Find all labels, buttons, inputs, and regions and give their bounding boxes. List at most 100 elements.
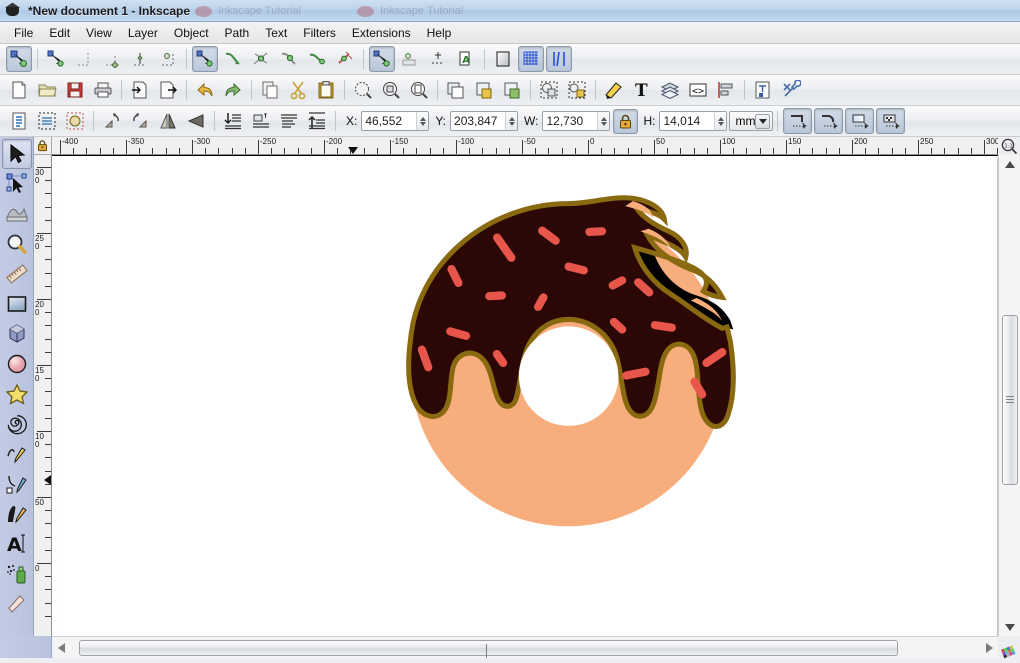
pencil-tool[interactable]	[2, 439, 32, 469]
vertical-scrollbar[interactable]	[998, 155, 1020, 636]
affect-patterns-button[interactable]	[876, 108, 905, 134]
raise-to-top-button[interactable]	[304, 108, 330, 134]
cut-button[interactable]	[285, 77, 311, 103]
spray-tool[interactable]	[2, 559, 32, 589]
h-input[interactable]	[660, 112, 714, 130]
document-page[interactable]	[58, 156, 997, 636]
unlink-clone-button[interactable]	[499, 77, 525, 103]
y-spin-arrows[interactable]	[505, 112, 517, 130]
affect-gradients-button[interactable]	[845, 108, 874, 134]
new-document-button[interactable]	[6, 77, 32, 103]
y-input[interactable]	[451, 112, 505, 130]
lower-to-bottom-button[interactable]	[220, 108, 246, 134]
xml-editor-button[interactable]: <>	[685, 77, 711, 103]
calligraphy-tool[interactable]	[2, 499, 32, 529]
zoom-tool[interactable]	[2, 229, 32, 259]
w-spin-arrows[interactable]	[597, 112, 609, 130]
ellipse-tool[interactable]	[2, 349, 32, 379]
w-input[interactable]	[543, 112, 597, 130]
snap-guides-button[interactable]	[546, 46, 572, 72]
menu-file[interactable]: File	[6, 24, 41, 42]
vertical-scroll-thumb[interactable]	[1002, 315, 1018, 486]
snap-page-border-button[interactable]: A	[453, 46, 479, 72]
star-tool[interactable]	[2, 379, 32, 409]
scroll-up-button[interactable]	[999, 157, 1020, 171]
chocolate-donut-drawing[interactable]	[388, 191, 748, 534]
y-field[interactable]	[450, 111, 518, 131]
snap-path-intersections-button[interactable]	[248, 46, 274, 72]
clone-button[interactable]	[471, 77, 497, 103]
eraser-tool[interactable]	[2, 589, 32, 619]
bezier-tool[interactable]	[2, 469, 32, 499]
layers-dialog-button[interactable]	[657, 77, 683, 103]
scroll-left-button[interactable]	[54, 637, 68, 659]
x-input[interactable]	[362, 112, 416, 130]
snap-bbox-edges-button[interactable]	[71, 46, 97, 72]
canvas-area[interactable]	[52, 155, 998, 636]
menu-help[interactable]: Help	[419, 24, 460, 42]
scroll-right-button[interactable]	[982, 637, 996, 659]
node-tool[interactable]	[2, 169, 32, 199]
export-png-button[interactable]	[155, 77, 181, 103]
tweak-tool[interactable]	[2, 199, 32, 229]
snap-rotation-centers-button[interactable]	[397, 46, 423, 72]
paste-button[interactable]	[313, 77, 339, 103]
select-all-button[interactable]	[6, 108, 32, 134]
snap-bounding-boxes-button[interactable]	[43, 46, 69, 72]
color-palette-button[interactable]	[1000, 643, 1018, 662]
ungroup-button[interactable]	[564, 77, 590, 103]
lower-one-step-button[interactable]	[248, 108, 274, 134]
rotate-90-ccw-button[interactable]	[99, 108, 125, 134]
align-and-distribute-button[interactable]	[713, 77, 739, 103]
menu-text[interactable]: Text	[257, 24, 295, 42]
menu-path[interactable]: Path	[217, 24, 258, 42]
snap-grids-button[interactable]	[518, 46, 544, 72]
menu-view[interactable]: View	[78, 24, 120, 42]
snap-text-baselines-button[interactable]	[425, 46, 451, 72]
selector-tool[interactable]	[2, 139, 32, 169]
rectangle-tool[interactable]	[2, 289, 32, 319]
zoom-selection-button[interactable]	[350, 77, 376, 103]
snap-object-centers-button[interactable]	[369, 46, 395, 72]
h-spin-arrows[interactable]	[714, 112, 726, 130]
group-button[interactable]	[536, 77, 562, 103]
open-document-button[interactable]	[34, 77, 60, 103]
vertical-ruler[interactable]: 300250200150100500	[34, 155, 52, 636]
chevron-down-icon[interactable]	[755, 114, 770, 129]
duplicate-button[interactable]	[443, 77, 469, 103]
w-field[interactable]	[542, 111, 610, 131]
raise-one-step-button[interactable]	[276, 108, 302, 134]
zoom-page-button[interactable]	[406, 77, 432, 103]
zoom-drawing-button[interactable]	[378, 77, 404, 103]
print-document-button[interactable]	[90, 77, 116, 103]
affect-rounded-corners-button[interactable]	[814, 108, 843, 134]
snap-page-border-toggle[interactable]	[490, 46, 516, 72]
flip-vertical-button[interactable]	[183, 108, 209, 134]
snap-bbox-edge-midpoints-button[interactable]	[127, 46, 153, 72]
flip-horizontal-button[interactable]	[155, 108, 181, 134]
fill-and-stroke-button[interactable]	[601, 77, 627, 103]
document-properties-button[interactable]	[750, 77, 776, 103]
text-tool[interactable]: A	[2, 529, 32, 559]
select-all-in-all-layers-button[interactable]	[34, 108, 60, 134]
snap-nodes-paths-button[interactable]	[192, 46, 218, 72]
scroll-down-button[interactable]	[999, 620, 1020, 634]
lock-wh-ratio-button[interactable]	[613, 109, 638, 134]
menu-filters[interactable]: Filters	[295, 24, 344, 42]
snap-smooth-nodes-button[interactable]	[304, 46, 330, 72]
box3d-tool[interactable]	[2, 319, 32, 349]
deselect-button[interactable]	[62, 108, 88, 134]
menu-extensions[interactable]: Extensions	[344, 24, 419, 42]
undo-button[interactable]	[192, 77, 218, 103]
menu-layer[interactable]: Layer	[120, 24, 166, 42]
guide-lock-button[interactable]	[34, 137, 52, 155]
text-and-font-button[interactable]: T	[629, 77, 655, 103]
import-file-button[interactable]	[127, 77, 153, 103]
redo-button[interactable]	[220, 77, 246, 103]
measure-tool[interactable]	[2, 259, 32, 289]
snap-bbox-corners-button[interactable]	[99, 46, 125, 72]
menu-object[interactable]: Object	[166, 24, 217, 42]
units-dropdown[interactable]: mm	[729, 111, 773, 131]
horizontal-ruler[interactable]: -400-350-300-250-200-150-100-50050100150…	[52, 137, 998, 155]
zoom-1-1-button[interactable]: 1:1	[998, 137, 1020, 155]
